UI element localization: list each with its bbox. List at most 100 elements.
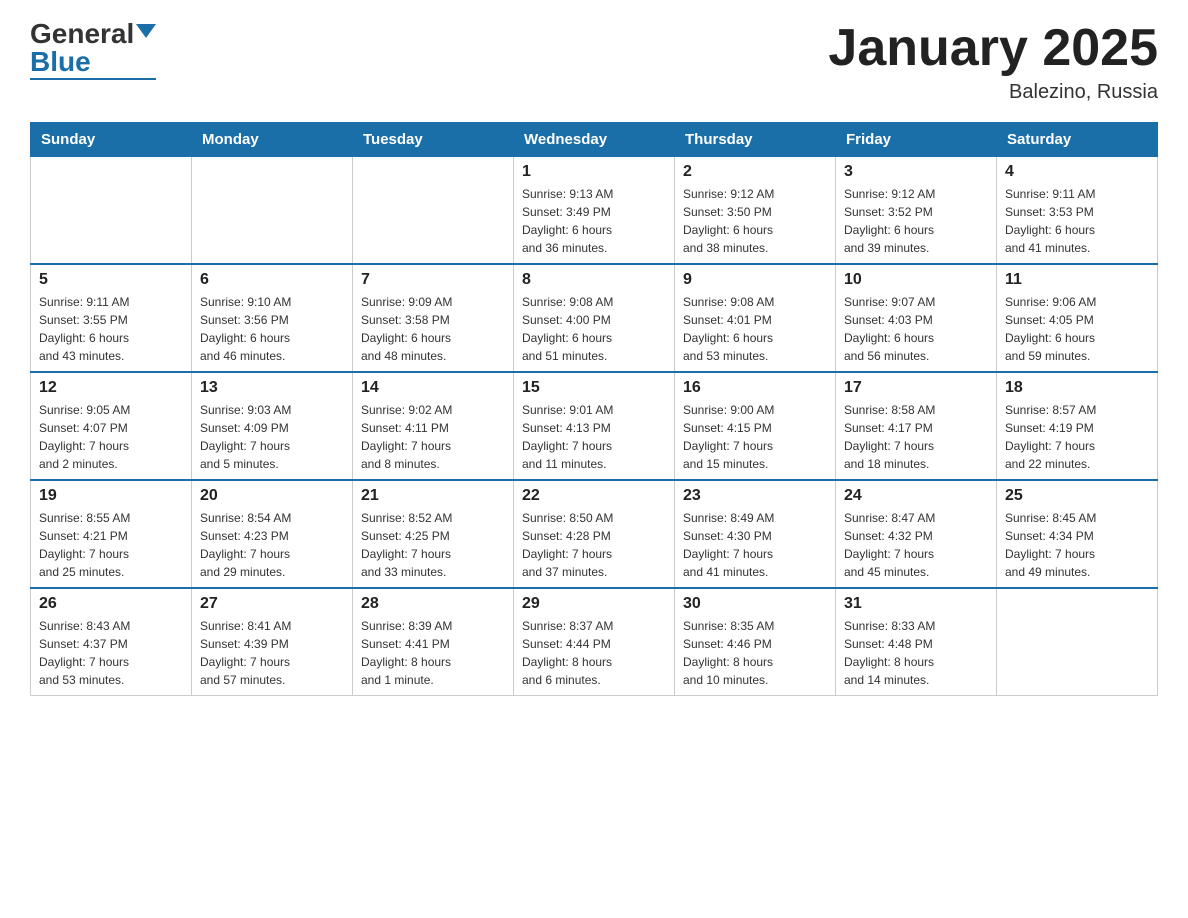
day-info: Sunrise: 8:35 AM Sunset: 4:46 PM Dayligh… [683, 617, 827, 689]
calendar-cell: 9 Sunrise: 9:08 AM Sunset: 4:01 PM Daylig… [675, 264, 836, 372]
day-info: Sunrise: 8:54 AM Sunset: 4:23 PM Dayligh… [200, 509, 344, 581]
calendar-cell: 20 Sunrise: 8:54 AM Sunset: 4:23 PM Dayli… [192, 480, 353, 588]
day-number: 15 [522, 379, 666, 397]
calendar-cell: 24 Sunrise: 8:47 AM Sunset: 4:32 PM Dayli… [836, 480, 997, 588]
calendar-week-1: 1Sunrise: 9:13 AM Sunset: 3:49 PM Daylig… [31, 157, 1158, 265]
logo: General Blue [30, 20, 156, 80]
day-info: Sunrise: 8:58 AM Sunset: 4:17 PM Dayligh… [844, 401, 988, 473]
header-day-saturday: Saturday [997, 123, 1158, 157]
day-number: 30 [683, 595, 827, 613]
logo-underline [30, 78, 156, 80]
day-info: Sunrise: 8:45 AM Sunset: 4:34 PM Dayligh… [1005, 509, 1149, 581]
header-day-tuesday: Tuesday [353, 123, 514, 157]
day-info: Sunrise: 8:39 AM Sunset: 4:41 PM Dayligh… [361, 617, 505, 689]
day-info: Sunrise: 8:43 AM Sunset: 4:37 PM Dayligh… [39, 617, 183, 689]
day-info: Sunrise: 8:50 AM Sunset: 4:28 PM Dayligh… [522, 509, 666, 581]
day-info: Sunrise: 9:00 AM Sunset: 4:15 PM Dayligh… [683, 401, 827, 473]
day-info: Sunrise: 9:12 AM Sunset: 3:52 PM Dayligh… [844, 185, 988, 257]
header-day-wednesday: Wednesday [514, 123, 675, 157]
day-info: Sunrise: 8:41 AM Sunset: 4:39 PM Dayligh… [200, 617, 344, 689]
calendar-header: SundayMondayTuesdayWednesdayThursdayFrid… [31, 123, 1158, 157]
calendar-cell: 15 Sunrise: 9:01 AM Sunset: 4:13 PM Dayli… [514, 372, 675, 480]
calendar-week-4: 19 Sunrise: 8:55 AM Sunset: 4:21 PM Dayli… [31, 480, 1158, 588]
day-number: 8 [522, 271, 666, 289]
day-number: 11 [1005, 271, 1149, 289]
day-number: 18 [1005, 379, 1149, 397]
calendar-cell: 19 Sunrise: 8:55 AM Sunset: 4:21 PM Dayli… [31, 480, 192, 588]
day-info: Sunrise: 8:47 AM Sunset: 4:32 PM Dayligh… [844, 509, 988, 581]
day-number: 9 [683, 271, 827, 289]
calendar-cell: 17 Sunrise: 8:58 AM Sunset: 4:17 PM Dayli… [836, 372, 997, 480]
day-number: 1 [522, 163, 666, 181]
day-info: Sunrise: 9:09 AM Sunset: 3:58 PM Dayligh… [361, 293, 505, 365]
calendar-cell: 28 Sunrise: 8:39 AM Sunset: 4:41 PM Dayli… [353, 588, 514, 696]
day-number: 25 [1005, 487, 1149, 505]
title-block: January 2025 Balezino, Russia [828, 20, 1158, 104]
day-info: Sunrise: 9:05 AM Sunset: 4:07 PM Dayligh… [39, 401, 183, 473]
day-number: 24 [844, 487, 988, 505]
calendar-cell [353, 157, 514, 265]
day-number: 20 [200, 487, 344, 505]
page-header: General Blue January 2025 Balezino, Russ… [30, 20, 1158, 104]
calendar-cell: 10 Sunrise: 9:07 AM Sunset: 4:03 PM Dayli… [836, 264, 997, 372]
day-info: Sunrise: 9:06 AM Sunset: 4:05 PM Dayligh… [1005, 293, 1149, 365]
calendar-cell: 30 Sunrise: 8:35 AM Sunset: 4:46 PM Dayli… [675, 588, 836, 696]
day-number: 29 [522, 595, 666, 613]
day-number: 12 [39, 379, 183, 397]
day-number: 5 [39, 271, 183, 289]
calendar-cell: 11 Sunrise: 9:06 AM Sunset: 4:05 PM Dayli… [997, 264, 1158, 372]
logo-triangle-icon [136, 24, 156, 38]
day-number: 28 [361, 595, 505, 613]
calendar-cell: 5 Sunrise: 9:11 AM Sunset: 3:55 PM Daylig… [31, 264, 192, 372]
calendar-cell: 8Sunrise: 9:08 AM Sunset: 4:00 PM Daylig… [514, 264, 675, 372]
day-number: 31 [844, 595, 988, 613]
logo-general-text: General [30, 20, 134, 48]
calendar-cell: 3 Sunrise: 9:12 AM Sunset: 3:52 PM Daylig… [836, 157, 997, 265]
day-number: 17 [844, 379, 988, 397]
day-number: 21 [361, 487, 505, 505]
day-number: 14 [361, 379, 505, 397]
calendar-cell [192, 157, 353, 265]
day-number: 10 [844, 271, 988, 289]
calendar-cell: 16 Sunrise: 9:00 AM Sunset: 4:15 PM Dayli… [675, 372, 836, 480]
day-info: Sunrise: 8:55 AM Sunset: 4:21 PM Dayligh… [39, 509, 183, 581]
day-info: Sunrise: 8:49 AM Sunset: 4:30 PM Dayligh… [683, 509, 827, 581]
calendar-body: 1Sunrise: 9:13 AM Sunset: 3:49 PM Daylig… [31, 157, 1158, 696]
calendar-cell: 12 Sunrise: 9:05 AM Sunset: 4:07 PM Dayli… [31, 372, 192, 480]
day-number: 23 [683, 487, 827, 505]
day-info: Sunrise: 8:33 AM Sunset: 4:48 PM Dayligh… [844, 617, 988, 689]
day-number: 19 [39, 487, 183, 505]
day-info: Sunrise: 9:08 AM Sunset: 4:01 PM Dayligh… [683, 293, 827, 365]
header-day-friday: Friday [836, 123, 997, 157]
calendar-cell: 2Sunrise: 9:12 AM Sunset: 3:50 PM Daylig… [675, 157, 836, 265]
day-number: 16 [683, 379, 827, 397]
calendar-cell: 29Sunrise: 8:37 AM Sunset: 4:44 PM Dayli… [514, 588, 675, 696]
header-day-sunday: Sunday [31, 123, 192, 157]
day-number: 3 [844, 163, 988, 181]
calendar-cell: 26 Sunrise: 8:43 AM Sunset: 4:37 PM Dayli… [31, 588, 192, 696]
calendar-cell: 27 Sunrise: 8:41 AM Sunset: 4:39 PM Dayli… [192, 588, 353, 696]
header-day-thursday: Thursday [675, 123, 836, 157]
calendar-cell [31, 157, 192, 265]
logo-blue-text: Blue [30, 48, 91, 76]
calendar-week-2: 5 Sunrise: 9:11 AM Sunset: 3:55 PM Daylig… [31, 264, 1158, 372]
day-info: Sunrise: 9:11 AM Sunset: 3:53 PM Dayligh… [1005, 185, 1149, 257]
header-row: SundayMondayTuesdayWednesdayThursdayFrid… [31, 123, 1158, 157]
day-info: Sunrise: 8:57 AM Sunset: 4:19 PM Dayligh… [1005, 401, 1149, 473]
day-number: 27 [200, 595, 344, 613]
day-number: 2 [683, 163, 827, 181]
day-number: 6 [200, 271, 344, 289]
day-number: 4 [1005, 163, 1149, 181]
day-info: Sunrise: 9:11 AM Sunset: 3:55 PM Dayligh… [39, 293, 183, 365]
calendar-week-3: 12 Sunrise: 9:05 AM Sunset: 4:07 PM Dayli… [31, 372, 1158, 480]
day-info: Sunrise: 9:01 AM Sunset: 4:13 PM Dayligh… [522, 401, 666, 473]
day-info: Sunrise: 9:07 AM Sunset: 4:03 PM Dayligh… [844, 293, 988, 365]
calendar-cell [997, 588, 1158, 696]
calendar-cell: 18 Sunrise: 8:57 AM Sunset: 4:19 PM Dayli… [997, 372, 1158, 480]
day-number: 13 [200, 379, 344, 397]
calendar-cell: 14 Sunrise: 9:02 AM Sunset: 4:11 PM Dayli… [353, 372, 514, 480]
day-info: Sunrise: 9:02 AM Sunset: 4:11 PM Dayligh… [361, 401, 505, 473]
day-number: 22 [522, 487, 666, 505]
day-number: 26 [39, 595, 183, 613]
calendar-cell: 22 Sunrise: 8:50 AM Sunset: 4:28 PM Dayli… [514, 480, 675, 588]
